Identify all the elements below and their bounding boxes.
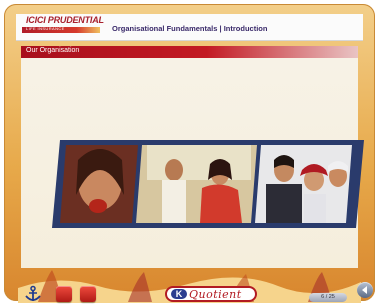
k-quotient-logo: K Quotient [165, 286, 257, 302]
back-button[interactable] [357, 282, 373, 298]
logo-brand-text: ICICI PRUDENTIAL [26, 15, 104, 25]
section-title-bar: Our Organisation [21, 46, 358, 58]
help-button[interactable] [80, 286, 96, 302]
page-indicator: 6 / 25 [309, 293, 347, 302]
module-title: Organisational Fundamentals | Introducti… [112, 24, 268, 33]
section-title: Our Organisation [26, 47, 80, 54]
company-logo: ICICI PRUDENTIAL LIFE INSURANCE [18, 14, 104, 36]
home-anchor-icon[interactable] [24, 285, 42, 303]
k-quotient-mark: K [171, 289, 187, 299]
photo-collage [52, 140, 364, 228]
photo-woman-eating-icon [60, 145, 138, 223]
logo-tagline: LIFE INSURANCE [26, 26, 65, 31]
photo-couple-icon [136, 145, 257, 223]
photo-friends-icon [255, 145, 352, 223]
menu-button[interactable] [56, 286, 72, 302]
k-quotient-word: Quotient [189, 288, 242, 301]
triangle-left-icon [362, 286, 367, 294]
